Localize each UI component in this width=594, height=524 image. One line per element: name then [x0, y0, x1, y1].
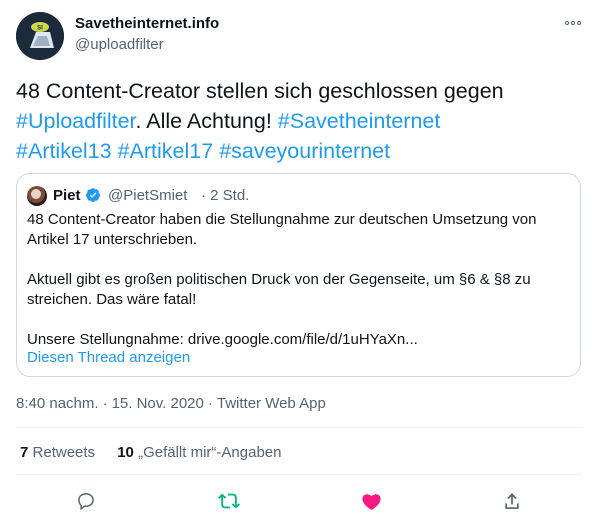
quote-author-name: Piet	[53, 187, 81, 204]
action-bar	[0, 488, 594, 514]
quote-text: 48 Content-Creator haben die Stellungnah…	[27, 210, 567, 350]
tweet-text: 48 Content-Creator stellen sich geschlos…	[16, 76, 576, 166]
retweets-count: 7	[20, 444, 29, 461]
divider	[16, 427, 582, 428]
uploadfilter-logo-icon: SI	[16, 12, 64, 60]
retweet-icon	[218, 493, 240, 509]
quote-paragraph-3: Unsere Stellungnahme: drive.google.com/f…	[27, 331, 418, 348]
more-icon[interactable]	[561, 16, 585, 30]
hashtag-artikel17[interactable]: #Artikel17	[118, 139, 214, 163]
meta-separator: ·	[207, 395, 213, 412]
tweet-metadata: 8:40 nachm. · 15. Nov. 2020 · Twitter Web Ap…	[16, 395, 326, 412]
tweet-date[interactable]: 15. Nov. 2020	[112, 395, 204, 412]
likes-stat[interactable]: 10 „Gefällt mir“-Angaben	[117, 444, 281, 461]
likes-count: 10	[117, 444, 134, 461]
likes-label: „Gefällt mir“-Angaben	[138, 444, 282, 461]
engagement-stats: 7 Retweets 10 „Gefällt mir“-Angaben	[20, 444, 281, 461]
quote-timestamp[interactable]: · 2 Std.	[201, 187, 249, 204]
hashtag-savetheinternet[interactable]: #Savetheinternet	[278, 109, 441, 133]
show-thread-link[interactable]: Diesen Thread anzeigen	[27, 349, 190, 366]
like-button[interactable]	[358, 488, 384, 514]
share-button[interactable]	[499, 488, 525, 514]
retweet-button[interactable]	[216, 488, 242, 514]
quote-avatar	[27, 186, 47, 206]
tweet-text-part-1: 48 Content-Creator stellen sich geschlos…	[16, 79, 504, 103]
retweets-label: Retweets	[32, 444, 96, 461]
share-icon	[505, 493, 519, 509]
hashtag-artikel13[interactable]: #Artikel13	[16, 139, 112, 163]
hashtag-saveyourinternet[interactable]: #saveyourinternet	[219, 139, 390, 163]
quote-paragraph-1: 48 Content-Creator haben die Stellungnah…	[27, 211, 537, 248]
tweet-time[interactable]: 8:40 nachm.	[16, 395, 99, 412]
like-icon	[361, 493, 381, 510]
quote-author-handle: @PietSmiet	[108, 187, 188, 204]
tweet-text-part-2: . Alle Achtung!	[135, 109, 278, 133]
divider	[16, 474, 582, 475]
quote-paragraph-2: Aktuell gibt es großen politischen Druck…	[27, 271, 531, 308]
verified-icon	[86, 188, 101, 202]
retweets-stat[interactable]: 7 Retweets	[20, 444, 95, 461]
meta-separator: ·	[102, 395, 108, 412]
reply-button[interactable]	[73, 488, 99, 514]
author-name[interactable]: Savetheinternet.info	[75, 15, 219, 32]
hashtag-uploadfilter[interactable]: #Uploadfilter	[16, 109, 136, 133]
reply-icon	[78, 493, 94, 511]
author-avatar[interactable]: SI	[16, 12, 64, 60]
author-handle[interactable]: @uploadfilter	[75, 36, 164, 53]
avatar-badge-text: SI	[37, 26, 43, 32]
tweet-source[interactable]: Twitter Web App	[217, 395, 326, 412]
quoted-tweet[interactable]: Piet @PietSmiet · 2 Std. 48 Content-Crea…	[16, 173, 581, 377]
